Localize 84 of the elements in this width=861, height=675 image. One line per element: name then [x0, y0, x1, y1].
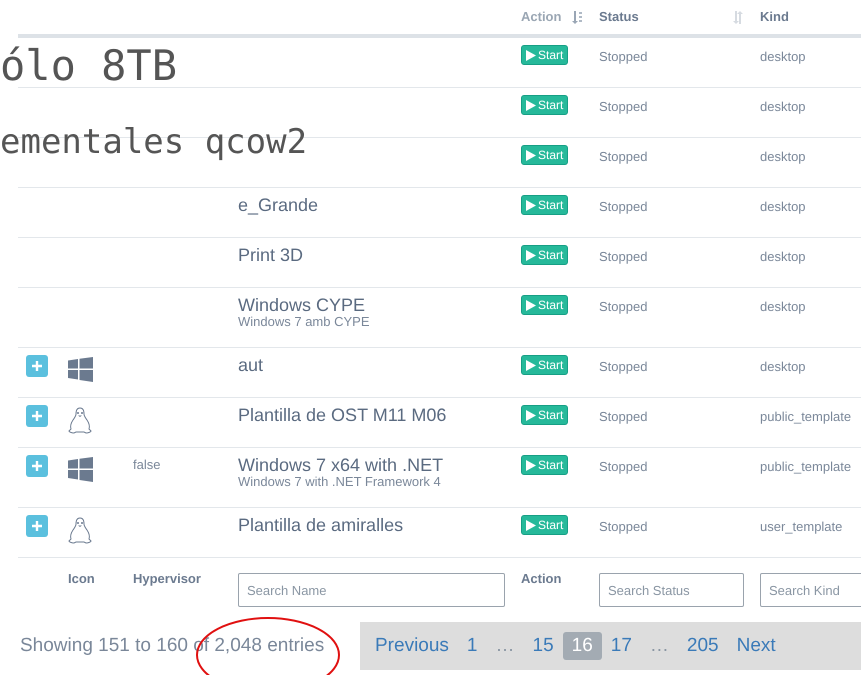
page-link[interactable]: 1	[458, 632, 486, 660]
search-field[interactable]: Search Kind	[760, 573, 861, 607]
page-heading: ementales qcow2	[0, 121, 308, 164]
plus-icon	[32, 521, 42, 531]
start-button[interactable]: Start	[521, 45, 568, 65]
status-text: Stopped	[599, 249, 648, 264]
kind-text: public_template	[760, 409, 852, 424]
status-text: Stopped	[599, 49, 648, 64]
column-header[interactable]: Action	[521, 7, 562, 27]
status-text: Stopped	[599, 99, 648, 114]
column-header[interactable]: Status	[599, 7, 639, 27]
expand-button[interactable]	[26, 515, 48, 537]
kind-text: desktop	[760, 49, 806, 64]
kind-text: user_template	[760, 519, 842, 534]
kind-text: public_template	[760, 459, 852, 474]
page-heading: ólo 8TB	[0, 40, 178, 92]
vm-name: e_Grande	[238, 195, 320, 215]
page-ellipsis: …	[494, 634, 516, 658]
kind-text: desktop	[760, 149, 806, 164]
play-icon	[526, 250, 536, 260]
page-link[interactable]: 15	[524, 632, 563, 660]
play-icon	[526, 50, 536, 60]
status-text: Stopped	[599, 199, 648, 214]
search-field[interactable]: Search Name	[238, 573, 505, 607]
status-text: Stopped	[599, 459, 648, 474]
start-button[interactable]: Start	[521, 515, 568, 535]
vm-name: Plantilla de amiralles	[238, 515, 404, 535]
play-icon	[526, 300, 536, 310]
start-button[interactable]: Start	[521, 145, 568, 165]
search-field[interactable]: Search Status	[599, 573, 744, 607]
page-link[interactable]: Next	[728, 632, 785, 660]
kind-text: desktop	[760, 299, 806, 314]
start-button[interactable]: Start	[521, 195, 568, 215]
plus-icon	[32, 361, 42, 371]
plus-icon	[32, 411, 42, 421]
start-button[interactable]: Start	[521, 95, 568, 115]
plus-icon	[32, 461, 42, 471]
status-text: Stopped	[599, 359, 648, 374]
play-icon	[526, 460, 536, 470]
start-button[interactable]: Start	[521, 355, 568, 375]
play-icon	[526, 520, 536, 530]
kind-text: desktop	[760, 199, 806, 214]
page-link[interactable]: Previous	[366, 632, 458, 660]
start-button[interactable]: Start	[521, 405, 568, 425]
status-text: Stopped	[599, 299, 648, 314]
column-label: Icon	[68, 571, 95, 586]
expand-button[interactable]	[26, 455, 48, 477]
start-button[interactable]: Start	[521, 455, 568, 475]
start-button[interactable]: Start	[521, 245, 568, 265]
hypervisor-text: false	[133, 456, 162, 474]
page-ellipsis: …	[648, 634, 670, 658]
play-icon	[526, 410, 536, 420]
play-icon	[526, 100, 536, 110]
expand-button[interactable]	[26, 355, 48, 377]
page-link[interactable]: 16	[562, 632, 602, 660]
vm-name: Windows 7 x64 with .NET	[238, 455, 444, 475]
start-button[interactable]: Start	[521, 295, 568, 315]
status-text: Stopped	[599, 409, 648, 424]
status-text: Stopped	[599, 519, 648, 534]
play-icon	[526, 360, 536, 370]
vm-description: Windows 7 amb CYPE	[238, 315, 370, 328]
vm-name: Plantilla de OST M11 M06	[238, 405, 448, 425]
kind-text: desktop	[760, 99, 806, 114]
column-label: Hypervisor	[133, 571, 201, 586]
page-link[interactable]: 205	[678, 632, 728, 660]
vm-name: aut	[238, 355, 264, 375]
sort-icon[interactable]	[571, 10, 583, 24]
expand-button[interactable]	[26, 405, 48, 427]
column-header[interactable]: Kind	[760, 7, 789, 27]
column-label: Action	[521, 571, 562, 586]
play-icon	[526, 150, 536, 160]
kind-text: desktop	[760, 249, 806, 264]
play-icon	[526, 200, 536, 210]
sort-icon[interactable]	[732, 10, 744, 24]
status-text: Stopped	[599, 149, 648, 164]
page-link[interactable]: 17	[602, 632, 641, 660]
windows-icon	[68, 357, 93, 382]
vm-description: Windows 7 with .NET Framework 4	[238, 475, 442, 488]
penguin-icon	[68, 407, 92, 434]
kind-text: desktop	[760, 359, 806, 374]
vm-name: Windows CYPE	[238, 295, 366, 315]
windows-icon	[68, 457, 93, 482]
penguin-icon	[68, 517, 92, 544]
vm-name: Print 3D	[238, 245, 304, 265]
